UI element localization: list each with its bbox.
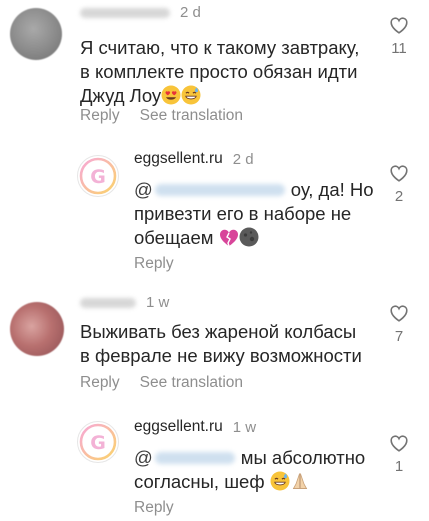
comment-text-segment: оу, да! Но — [290, 179, 374, 200]
comment-header: eggsellent.ru 2 d — [134, 150, 254, 168]
comment-text-line: в комплекте просто обязан идти — [80, 61, 358, 82]
comment-text-line: @ мы абсолютно — [134, 446, 365, 470]
reply-1: G eggsellent.ru 2 d @ оу, да! Но привезти… — [0, 140, 429, 280]
timestamp: 2 d — [232, 150, 254, 168]
reply-button[interactable]: Reply — [80, 107, 120, 125]
eggsellent-logo-icon: G — [79, 157, 117, 195]
avatar[interactable] — [10, 8, 62, 60]
comment-text-line: согласны, шеф — [134, 470, 365, 497]
comment-text-line: обещаем — [134, 226, 374, 253]
comment-text-segment: обещаем — [134, 227, 214, 248]
timestamp: 2 d — [180, 4, 201, 21]
comment-text-line: в феврале не вижу возможности — [80, 345, 362, 366]
comment-text-segment: Джуд Лоу — [80, 85, 162, 106]
username-redacted[interactable] — [80, 7, 170, 18]
username-redacted[interactable] — [80, 297, 136, 308]
username[interactable]: eggsellent.ru — [134, 150, 223, 168]
comment-header: eggsellent.ru 1 w — [134, 418, 256, 436]
broken-heart-emoji-icon — [219, 229, 239, 253]
comment-text: Выживать без жареной колбасы в феврале н… — [80, 320, 362, 368]
mention[interactable]: @ — [134, 446, 241, 470]
comment-text-segment: мы абсолютно — [240, 447, 366, 468]
comment-header: 2 d — [80, 4, 201, 21]
comment-text: @ оу, да! Но привезти его в наборе не обе… — [134, 178, 374, 253]
mention-redacted — [154, 452, 235, 464]
comment-text-line: привезти его в наборе не — [134, 203, 352, 224]
see-translation-button[interactable]: See translation — [140, 374, 243, 392]
heart-icon[interactable] — [389, 164, 409, 182]
comment-actions: Reply See translation — [80, 374, 243, 392]
comment-text: Я считаю, что к такому завтраку, в компл… — [80, 36, 359, 111]
username[interactable]: eggsellent.ru — [134, 418, 223, 436]
reply-button[interactable]: Reply — [134, 255, 174, 273]
brand-avatar[interactable]: G — [77, 421, 119, 463]
avatar[interactable] — [10, 302, 64, 356]
comment-header: 1 w — [80, 294, 169, 311]
svg-text:G: G — [90, 432, 106, 454]
eggsellent-logo-icon: G — [79, 423, 117, 461]
like-control: 11 — [386, 16, 412, 57]
comment-actions: Reply See translation — [80, 107, 243, 125]
comment-text-line: Выживать без жареной колбасы — [80, 321, 357, 342]
see-translation-button[interactable]: See translation — [140, 107, 243, 125]
comment-text-segment: согласны, шеф — [134, 471, 265, 492]
like-count: 7 — [394, 328, 404, 345]
folded-hands-emoji-icon — [290, 471, 310, 497]
heart-icon[interactable] — [389, 16, 409, 34]
like-control: 7 — [386, 304, 412, 345]
comment-actions: Reply — [134, 499, 174, 517]
mention-at: @ — [134, 179, 153, 200]
reply-2: G eggsellent.ru 1 w @ мы абсолютно соглас… — [0, 410, 429, 521]
mention-redacted — [154, 184, 285, 196]
comment-2: 1 w Выживать без жареной колбасы в февра… — [0, 286, 429, 402]
new-moon-face-emoji-icon — [239, 227, 259, 253]
like-count: 11 — [391, 40, 407, 57]
heart-icon[interactable] — [389, 304, 409, 322]
brand-avatar[interactable]: G — [77, 155, 119, 197]
timestamp: 1 w — [232, 418, 257, 436]
grin-sweat-emoji-icon — [270, 471, 290, 497]
reply-button[interactable]: Reply — [134, 499, 174, 517]
comment-1: 2 d Я считаю, что к такому завтраку, в к… — [0, 0, 429, 132]
comment-text-line: @ оу, да! Но — [134, 178, 374, 202]
heart-icon[interactable] — [389, 434, 409, 452]
like-count: 2 — [394, 188, 404, 205]
timestamp: 1 w — [146, 294, 170, 311]
mention[interactable]: @ — [134, 178, 291, 202]
comment-actions: Reply — [134, 255, 174, 273]
like-control: 1 — [386, 434, 412, 475]
comment-text-line: Я считаю, что к такому завтраку, — [80, 37, 360, 58]
like-control: 2 — [386, 164, 412, 205]
comment-text: @ мы абсолютно согласны, шеф — [134, 446, 365, 497]
mention-at: @ — [134, 447, 153, 468]
like-count: 1 — [394, 458, 404, 475]
svg-text:G: G — [90, 166, 106, 188]
reply-button[interactable]: Reply — [80, 374, 120, 392]
